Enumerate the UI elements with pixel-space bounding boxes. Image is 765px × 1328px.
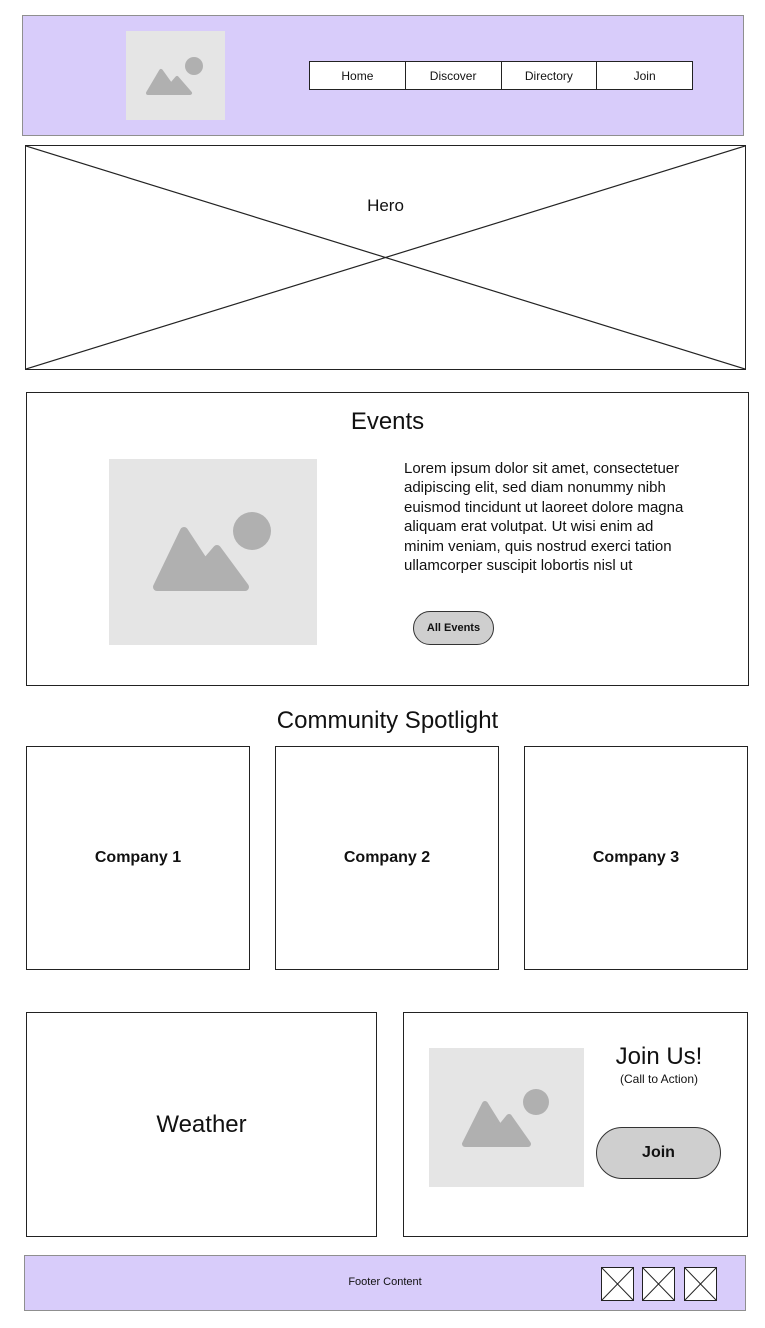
events-title: Events — [350, 408, 425, 435]
footer-text: Footer Content — [348, 1276, 422, 1288]
join-subtitle: (Call to Action) — [619, 1072, 699, 1086]
image-placeholder-icon — [146, 57, 203, 95]
nav-directory[interactable]: Directory — [502, 62, 598, 89]
social-icon-1[interactable] — [601, 1267, 634, 1301]
hero-cross-lines — [26, 146, 745, 369]
placeholder-x-icon — [643, 1268, 674, 1300]
nav-discover[interactable]: Discover — [406, 62, 502, 89]
placeholder-x-icon — [602, 1268, 633, 1300]
weather-widget: Weather — [26, 1012, 377, 1237]
company-card-3[interactable]: Company 3 — [524, 746, 748, 970]
events-description: Lorem ipsum dolor sit amet, consectetuer… — [404, 460, 684, 575]
nav-home[interactable]: Home — [310, 62, 406, 89]
company-card-1[interactable]: Company 1 — [26, 746, 250, 970]
join-title: Join Us! — [615, 1043, 703, 1070]
events-image-placeholder — [109, 459, 317, 645]
social-icon-3[interactable] — [684, 1267, 717, 1301]
company-card-2[interactable]: Company 2 — [275, 746, 499, 970]
image-placeholder-icon — [153, 512, 271, 591]
join-button[interactable]: Join — [596, 1127, 721, 1179]
join-image-placeholder — [429, 1048, 584, 1187]
image-placeholder-icon — [462, 1089, 549, 1147]
placeholder-x-icon — [685, 1268, 716, 1300]
hero-placeholder — [25, 145, 746, 370]
main-nav: Home Discover Directory Join — [309, 61, 693, 90]
spotlight-title: Community Spotlight — [276, 707, 499, 734]
nav-join[interactable]: Join — [597, 62, 692, 89]
hero-title: Hero — [367, 196, 404, 215]
social-icon-2[interactable] — [642, 1267, 675, 1301]
all-events-button[interactable]: All Events — [413, 611, 494, 645]
logo-placeholder[interactable] — [126, 31, 225, 120]
